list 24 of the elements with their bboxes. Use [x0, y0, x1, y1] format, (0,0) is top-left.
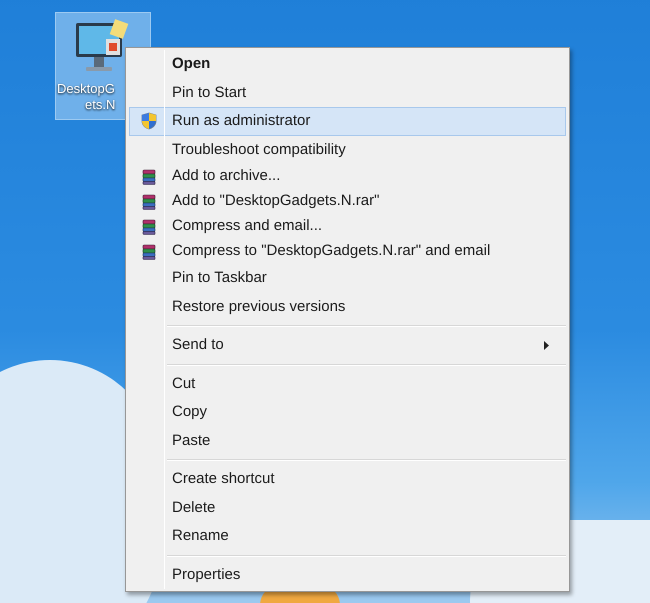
- menu-item[interactable]: Restore previous versions: [129, 292, 566, 321]
- icon-label: DesktopG: [57, 81, 115, 97]
- menu-item[interactable]: Copy: [129, 398, 566, 426]
- menu-item[interactable]: Run as administrator: [129, 107, 566, 136]
- menu-item[interactable]: Compress to "DesktopGadgets.N.rar" and email: [129, 239, 566, 264]
- menu-item[interactable]: Add to "DesktopGadgets.N.rar": [129, 189, 566, 214]
- book-stack-icon: [141, 168, 157, 184]
- submenu-arrow-icon: [544, 340, 549, 350]
- menu-item[interactable]: Cut: [129, 370, 566, 398]
- menu-item[interactable]: Delete: [129, 494, 566, 522]
- menu-item[interactable]: Pin to Taskbar: [129, 264, 566, 292]
- menu-item[interactable]: Paste: [129, 426, 566, 455]
- book-stack-icon: [141, 194, 157, 210]
- book-stack-icon: [141, 218, 157, 234]
- icon-label: ets.N: [85, 97, 116, 113]
- book-stack-icon: [141, 244, 157, 260]
- shield-icon: [141, 112, 157, 130]
- menu-item[interactable]: Add to archive...: [129, 164, 566, 189]
- menu-item[interactable]: Create shortcut: [129, 465, 566, 494]
- menu-item[interactable]: Send to: [129, 331, 566, 360]
- menu-item[interactable]: Compress and email...: [129, 214, 566, 239]
- menu-item[interactable]: Rename: [129, 522, 566, 550]
- menu-item[interactable]: Troubleshoot compatibility: [129, 136, 566, 164]
- menu-item[interactable]: Properties: [129, 560, 566, 589]
